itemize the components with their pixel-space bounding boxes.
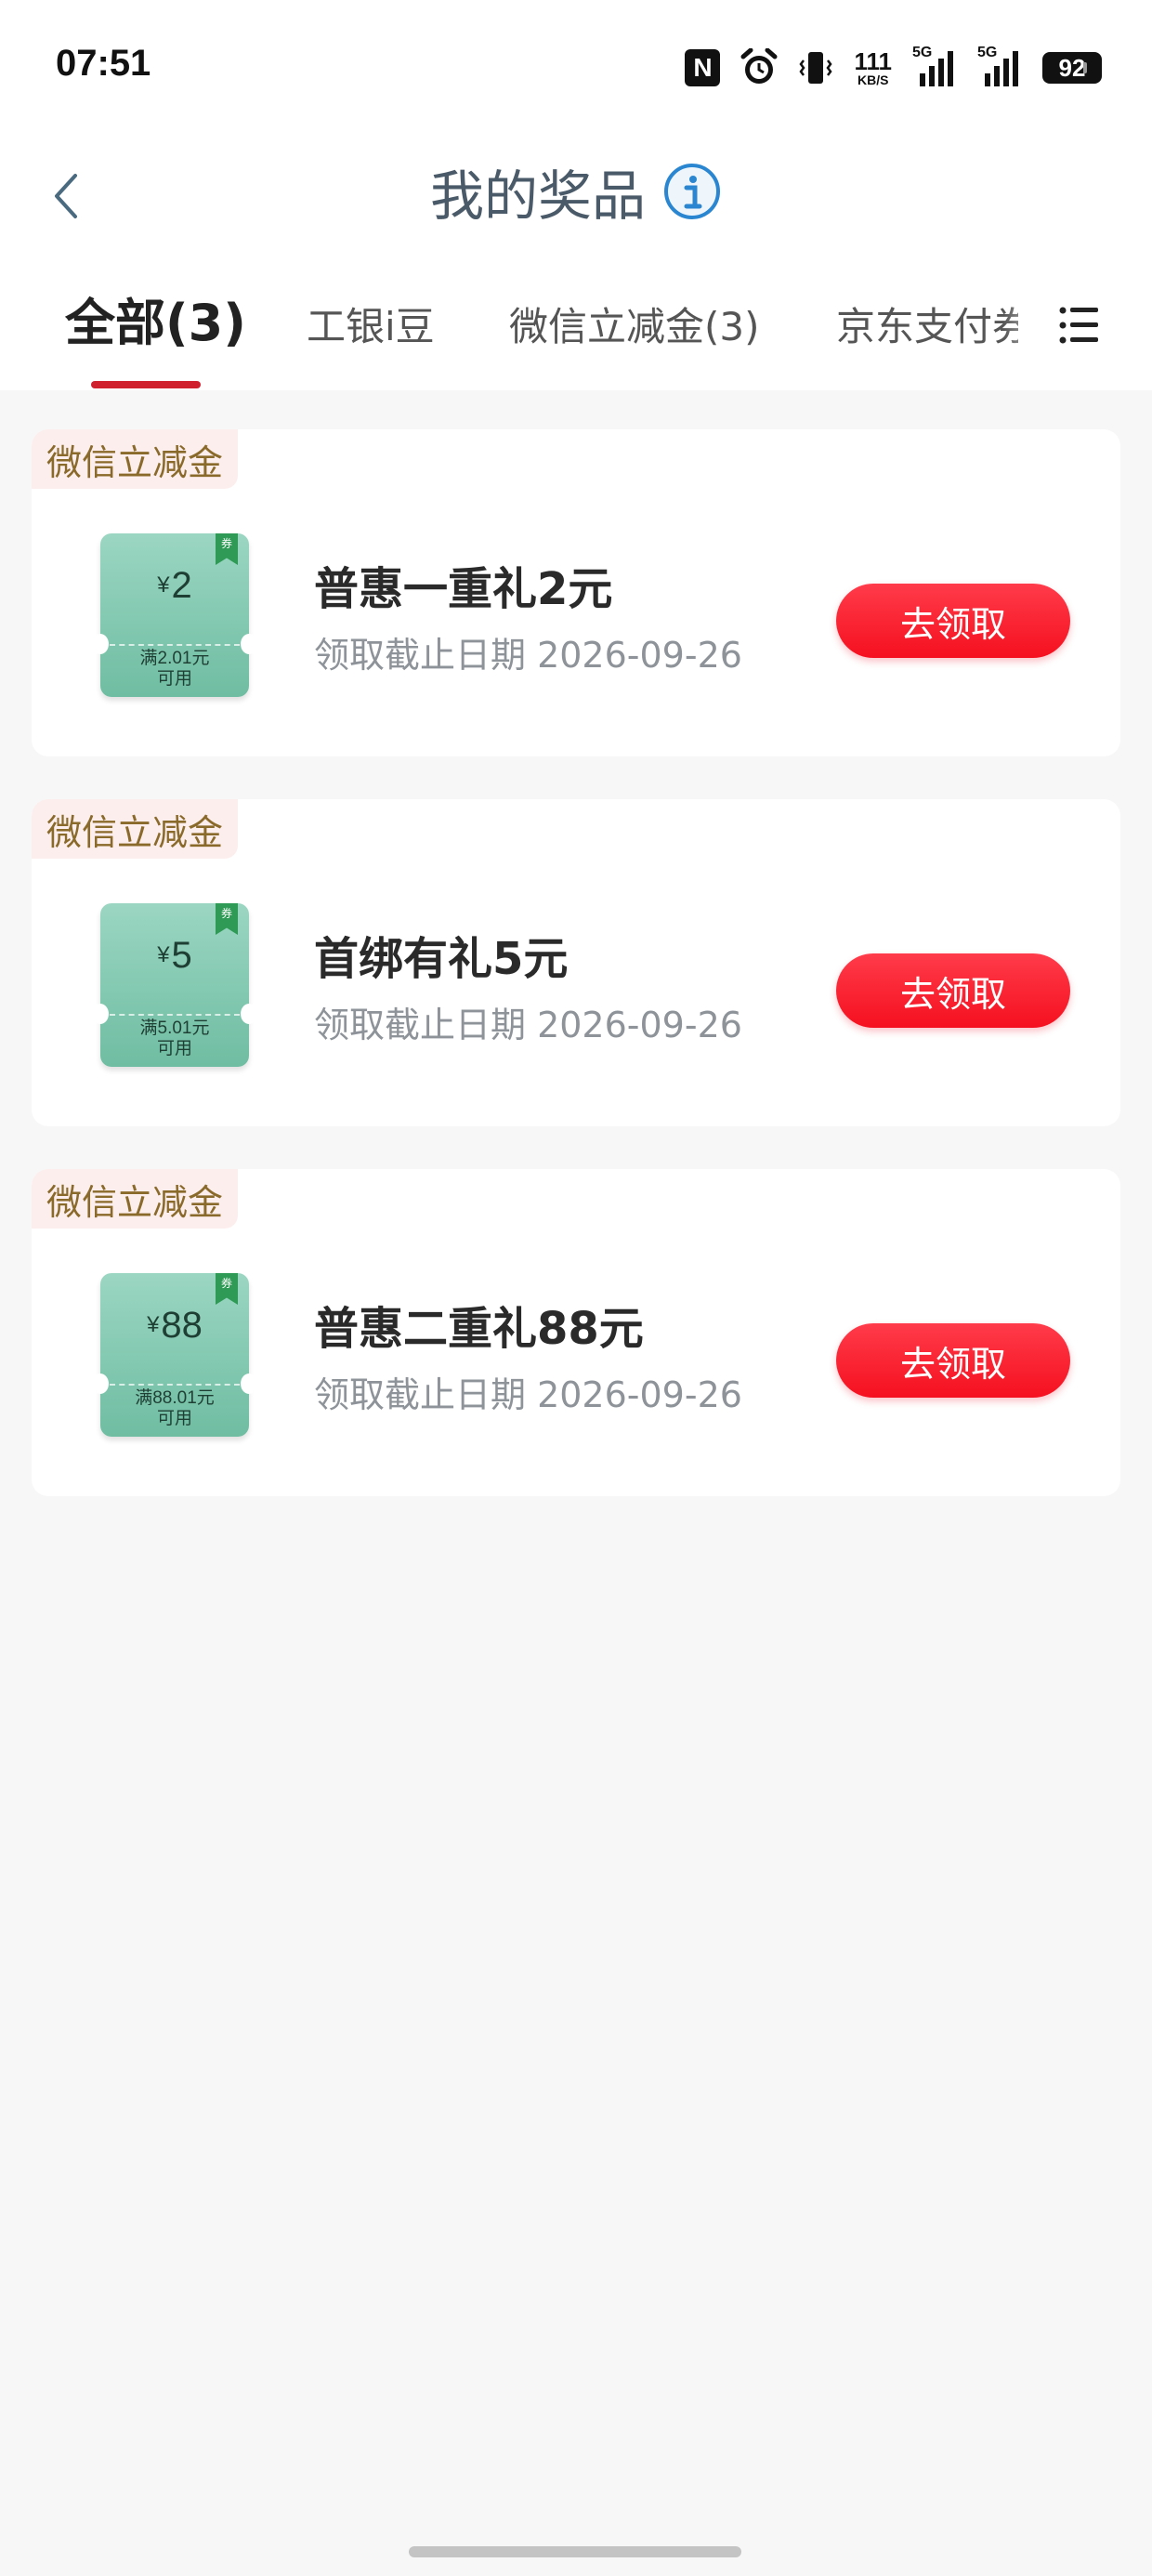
vibrate-icon: [798, 46, 833, 89]
tab-jd-pay-coupon[interactable]: 京东支付券: [836, 286, 1018, 361]
coupon-condition-line2: 可用: [156, 1039, 192, 1058]
claim-button[interactable]: 去领取: [836, 1323, 1070, 1398]
claim-button[interactable]: 去领取: [836, 953, 1070, 1028]
nav-header: 我的奖品: [0, 139, 1152, 251]
battery-tip: [1083, 62, 1087, 73]
speed-value: 111: [854, 47, 892, 75]
coupon-condition-line1: 满2.01元: [139, 649, 210, 668]
alarm-icon: [740, 46, 778, 89]
coupon-condition-line1: 满88.01元: [135, 1388, 215, 1408]
prize-type-tag: 微信立减金: [32, 429, 239, 489]
speed-unit: KB/S: [857, 72, 889, 87]
coupon-amount: ¥5: [100, 935, 249, 977]
prize-card: 微信立减金 券 ¥5 满5.01元 可用 首绑有礼5元 领取截止日期 2026-…: [32, 799, 1120, 1126]
claim-button[interactable]: 去领取: [836, 584, 1070, 658]
prize-name: 首绑有礼5元: [314, 933, 569, 985]
active-tab-indicator: [91, 381, 201, 388]
title-wrap: 我的奖品: [0, 154, 1152, 229]
currency-symbol: ¥: [157, 572, 170, 598]
coupon-ribbon: 券: [216, 533, 238, 565]
coupon-amount-value: 88: [161, 1305, 203, 1346]
info-icon[interactable]: [662, 162, 722, 221]
coupon-thumbnail: 券 ¥88 满88.01元 可用: [92, 1273, 257, 1437]
signal-icon-sim1: 5G: [912, 45, 957, 89]
page-title: 我的奖品: [429, 164, 646, 228]
home-indicator[interactable]: [409, 2546, 741, 2557]
coupon-divider: [110, 1014, 240, 1016]
coupon-amount: ¥88: [100, 1305, 249, 1347]
prize-type-tag: 微信立减金: [32, 799, 239, 859]
prize-deadline: 领取截止日期 2026-09-26: [314, 635, 742, 676]
prize-card: 微信立减金 券 ¥88 满88.01元 可用 普惠二重礼88元 领取截止日期 2…: [32, 1169, 1120, 1496]
coupon-ribbon: 券: [216, 903, 238, 935]
tab-fade-overlay: [1003, 279, 1059, 372]
signal-icon-sim2: 5G: [977, 45, 1022, 89]
prize-deadline: 领取截止日期 2026-09-26: [314, 1374, 742, 1415]
coupon-thumbnail: 券 ¥2 满2.01元 可用: [92, 533, 257, 697]
battery-level: 92: [1042, 52, 1102, 84]
tab-icbc-beans[interactable]: 工银i豆: [307, 286, 435, 361]
coupon-condition-line2: 可用: [156, 669, 192, 689]
coupon-amount-value: 2: [171, 565, 192, 606]
nfc-icon: N: [685, 49, 721, 86]
prize-deadline: 领取截止日期 2026-09-26: [314, 1005, 742, 1045]
coupon-amount-value: 5: [171, 935, 192, 976]
status-bar: 07:51 N 111 KB/S 5G 5G 92: [0, 0, 1152, 139]
category-tabs: 全部(3) 工银i豆 微信立减金(3) 京东支付券: [0, 251, 1152, 390]
coupon-amount: ¥2: [100, 565, 249, 607]
status-icons: N 111 KB/S 5G 5G 92: [685, 45, 1102, 89]
coupon-thumbnail: 券 ¥5 满5.01元 可用: [92, 903, 257, 1067]
prize-type-tag: 微信立减金: [32, 1169, 239, 1229]
status-time: 07:51: [56, 43, 151, 84]
coupon-divider: [110, 1384, 240, 1386]
tab-all[interactable]: 全部(3): [65, 281, 246, 355]
coupon-condition: 满88.01元 可用: [100, 1388, 249, 1429]
prize-name: 普惠二重礼88元: [314, 1303, 644, 1355]
coupon-ribbon: 券: [216, 1273, 238, 1305]
network-speed: 111 KB/S: [854, 46, 892, 89]
coupon-condition-line2: 可用: [156, 1409, 192, 1428]
prize-name: 普惠一重礼2元: [314, 563, 613, 615]
sim1-label: 5G: [912, 45, 933, 60]
tab-wechat-discount[interactable]: 微信立减金(3): [509, 286, 760, 361]
battery-icon: 92: [1042, 46, 1102, 89]
sim2-label: 5G: [977, 45, 998, 60]
currency-symbol: ¥: [157, 942, 170, 967]
coupon-divider: [110, 644, 240, 646]
currency-symbol: ¥: [147, 1312, 160, 1337]
list-menu-icon[interactable]: [1052, 297, 1107, 353]
prize-card: 微信立减金 券 ¥2 满2.01元 可用 普惠一重礼2元 领取截止日期 2026…: [32, 429, 1120, 756]
coupon-condition: 满5.01元 可用: [100, 1019, 249, 1059]
coupon-condition-line1: 满5.01元: [139, 1019, 210, 1038]
coupon-condition: 满2.01元 可用: [100, 649, 249, 690]
